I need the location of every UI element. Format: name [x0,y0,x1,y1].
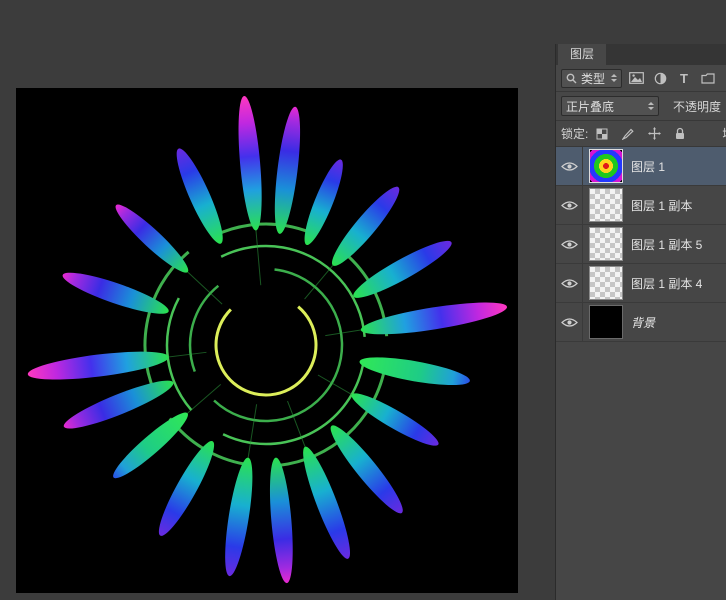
document-canvas[interactable] [16,88,518,593]
layers-panel: 图层 类型 T 正片叠底 不透明度 锁定: 图层 1 图层 1 副本 图层 1 … [555,44,726,600]
layer-thumbnail[interactable] [589,266,623,300]
tab-layers[interactable]: 图层 [558,44,607,65]
filter-type-label: 类型 [581,71,606,86]
filter-adjustment-layers-button[interactable] [650,69,670,87]
layer-filter-row: 类型 T [556,65,726,92]
layer-row[interactable]: 图层 1 副本 5 [556,225,726,264]
layer-name: 图层 1 副本 [631,198,693,213]
opacity-label: 不透明度 [672,99,721,114]
layer-row[interactable]: 图层 1 副本 4 [556,264,726,303]
layer-thumbnail[interactable] [589,305,623,339]
layer-name: 图层 1 副本 5 [631,237,703,252]
panel-tab-strip: 图层 [556,44,726,65]
layer-list: 图层 1 图层 1 副本 图层 1 副本 5 图层 1 副本 4 背景 [556,147,726,342]
lock-label: 锁定: [561,127,589,141]
padlock-icon [676,127,685,139]
visibility-toggle[interactable] [556,303,583,341]
blend-mode-row: 正片叠底 不透明度 [556,92,726,121]
eye-icon [560,161,578,171]
chevron-updown-icon [611,74,618,82]
image-icon [628,72,644,84]
layer-row[interactable]: 图层 1 [556,147,726,186]
visibility-toggle[interactable] [556,147,583,185]
layer-row[interactable]: 图层 1 副本 [556,186,726,225]
visibility-toggle[interactable] [556,225,583,263]
filter-pixel-layers-button[interactable] [626,69,646,87]
layer-row[interactable]: 背景 [556,303,726,342]
petal-group [27,95,508,584]
layer-name: 背景 [631,315,656,330]
blend-mode-dropdown[interactable]: 正片叠底 [561,96,659,116]
layer-thumbnail[interactable] [589,188,623,222]
lock-position-button[interactable] [644,125,664,143]
eye-icon [560,200,578,210]
visibility-toggle[interactable] [556,186,583,224]
folder-icon [701,72,715,84]
lock-row: 锁定: [556,121,726,147]
lock-all-button[interactable] [670,125,690,143]
chevron-updown-icon [647,102,654,110]
layer-name: 图层 1 副本 4 [631,276,703,291]
layer-name: 图层 1 [631,159,666,174]
brush-icon [622,128,635,140]
lock-pixels-button[interactable] [618,125,638,143]
eye-icon [560,278,578,288]
eye-icon [560,317,578,327]
layer-thumbnail[interactable] [589,227,623,261]
layer-thumbnail[interactable] [589,149,623,183]
lock-transparency-button[interactable] [592,125,612,143]
filter-type-dropdown[interactable]: 类型 [561,68,623,88]
blend-mode-value: 正片叠底 [566,99,615,114]
lock-icons-group [592,125,690,143]
checkerboard-icon [596,128,608,139]
filter-type-layers-button[interactable]: T [674,69,694,87]
fill-label: 填充 [722,125,726,142]
search-icon [566,73,577,83]
filter-shape-layers-button[interactable] [698,69,718,87]
eye-icon [560,239,578,249]
adjustment-circle-icon [654,72,666,84]
canvas-artwork [27,95,508,584]
move-icon [647,127,661,140]
type-tool-icon: T [680,70,688,86]
visibility-toggle[interactable] [556,264,583,302]
